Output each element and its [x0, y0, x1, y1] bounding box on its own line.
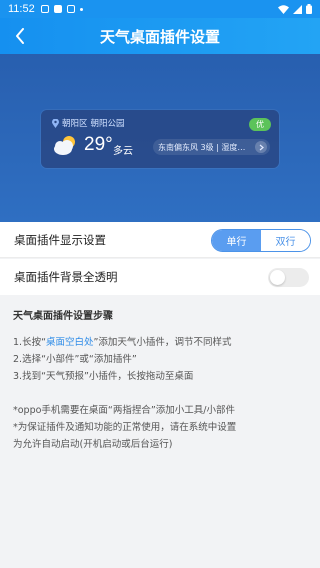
temperature: 29° — [84, 134, 113, 155]
steps-heading: 天气桌面插件设置步骤 — [13, 311, 113, 322]
step-3: 3.找到“天气预报”小插件，长按拖动至桌面 — [13, 371, 194, 382]
aqi-badge: 优 — [249, 118, 271, 131]
highlight-text: 桌面空白处 — [46, 337, 94, 348]
weather-detail-text: 东南偏东风 3级 | 湿度… — [158, 142, 246, 152]
location-place: 朝阳公园 — [90, 119, 125, 129]
location-district: 朝阳区 — [62, 119, 88, 129]
display-setting-row: 桌面插件显示设置 单行 双行 — [0, 222, 320, 258]
location-pin-icon — [52, 118, 59, 128]
weather-widget-preview: 朝阳区 朝阳公园 优 29° 多云 东南偏东风 3级 | 湿度… — [41, 110, 279, 168]
step-1: 1.长按“桌面空白处”添加天气小插件，调节不同样式 — [13, 337, 232, 348]
transparent-setting-row: 桌面插件背景全透明 — [0, 259, 320, 295]
notification-icon — [40, 5, 49, 13]
status-time: 11:52 — [8, 3, 35, 15]
display-mode-segmented-control: 单行 双行 — [211, 229, 311, 252]
transparent-setting-label: 桌面插件背景全透明 — [14, 270, 118, 284]
transparent-toggle[interactable] — [268, 268, 309, 287]
double-line-option[interactable]: 双行 — [261, 230, 310, 251]
back-arrow-icon — [16, 28, 24, 44]
battery-icon — [306, 4, 312, 14]
notification-icon — [66, 5, 75, 13]
status-bar: 11:52 — [0, 0, 320, 18]
widget-preview-area: 朝阳区 朝阳公园 优 29° 多云 东南偏东风 3级 | 湿度… — [0, 54, 320, 222]
single-line-option[interactable]: 单行 — [212, 230, 261, 251]
back-button[interactable] — [10, 26, 30, 46]
weather-detail-pill: 东南偏东风 3级 | 湿度… — [153, 139, 270, 155]
weather-condition: 多云 — [113, 146, 133, 157]
notification-icon — [53, 5, 62, 13]
step-2: 2.选择“小部件”或“添加插件” — [13, 354, 137, 365]
note-autostart-cont: 为允许自动启动(开机启动或后台运行) — [13, 439, 173, 450]
partly-cloudy-icon — [54, 136, 75, 155]
location: 朝阳区 朝阳公园 — [52, 117, 125, 129]
signal-icon — [293, 4, 302, 14]
toggle-knob — [270, 270, 285, 285]
title-bar: 天气桌面插件设置 — [0, 18, 320, 54]
wifi-icon — [278, 4, 289, 14]
note-autostart: *为保证插件及通知功能的正常使用，请在系统中设置 — [13, 422, 237, 433]
display-setting-label: 桌面插件显示设置 — [14, 232, 106, 247]
note-oppo: *oppo手机需要在桌面“两指捏合”添加小工具/小部件 — [13, 405, 235, 416]
more-notifications-icon — [79, 7, 83, 11]
page-title: 天气桌面插件设置 — [99, 27, 220, 46]
chevron-right-icon — [255, 141, 267, 153]
setup-steps: 天气桌面插件设置步骤 1.长按“桌面空白处”添加天气小插件，调节不同样式 2.选… — [13, 308, 307, 453]
